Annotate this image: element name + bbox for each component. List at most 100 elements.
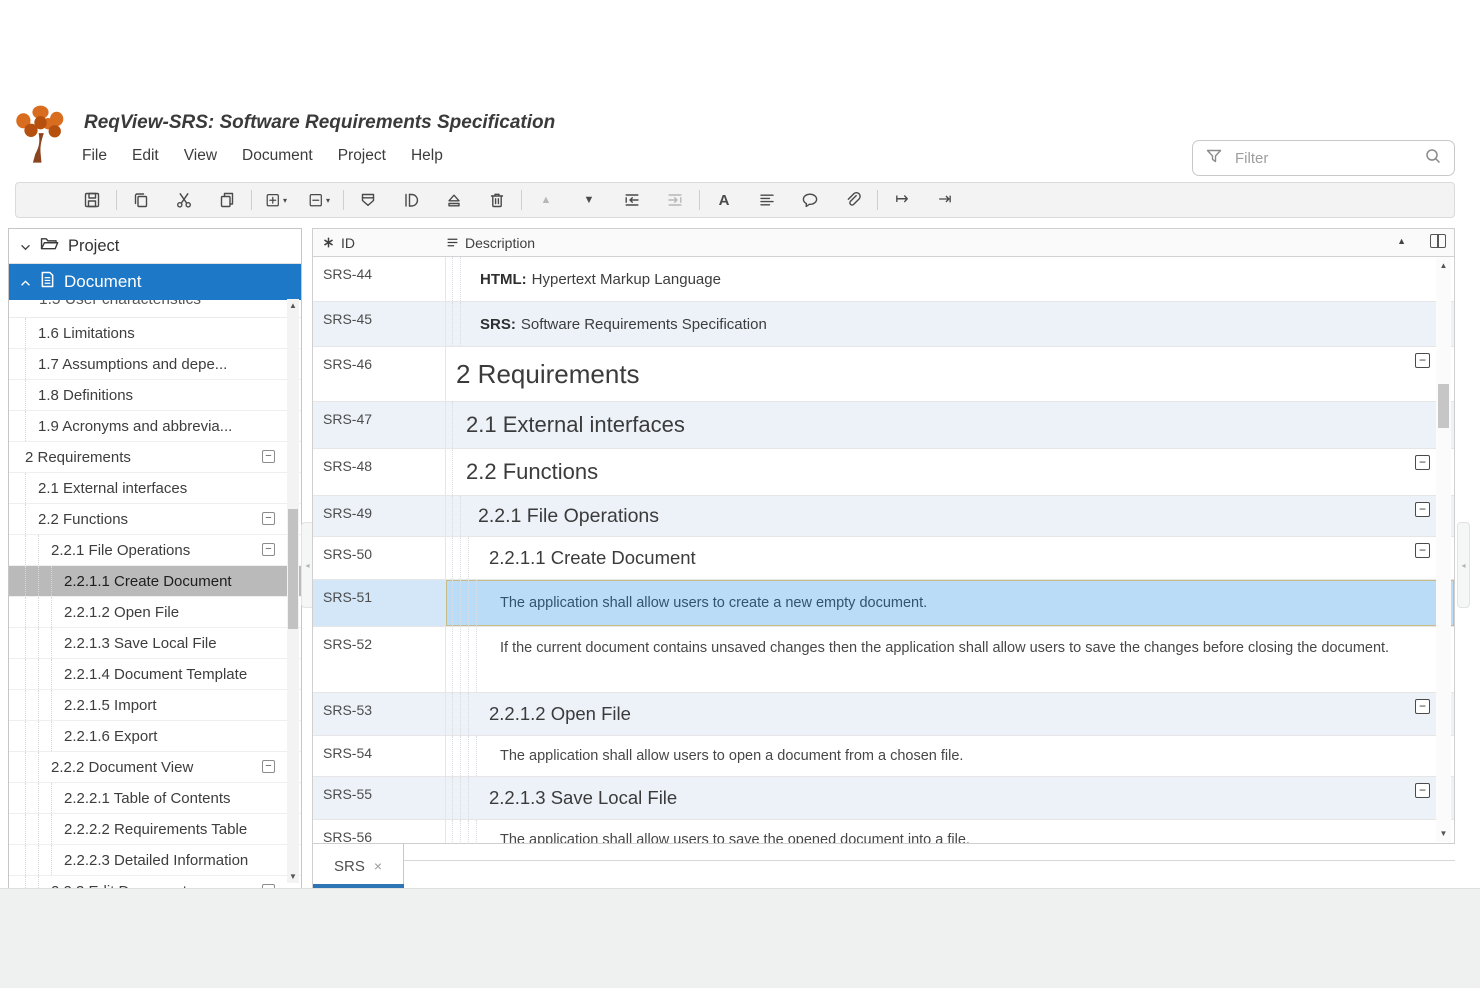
row-description[interactable]: 2.2.1.1 Create Document−	[446, 537, 1454, 579]
row-id[interactable]: SRS-55	[313, 777, 446, 819]
menu-help[interactable]: Help	[411, 147, 443, 165]
row-description[interactable]: The application shall allow users to cre…	[446, 580, 1454, 626]
filter-box[interactable]	[1192, 140, 1455, 176]
table-row[interactable]: SRS-482.2 Functions−	[313, 449, 1454, 496]
tree-item[interactable]: 2.2.2 Document View−	[9, 752, 301, 783]
tree-item[interactable]: 2.2.1.1 Create Document	[9, 566, 301, 597]
menu-document[interactable]: Document	[242, 147, 313, 165]
tree-item[interactable]: 2 Requirements−	[9, 442, 301, 473]
align-icon[interactable]	[756, 190, 778, 210]
menu-file[interactable]: File	[82, 147, 107, 165]
cut-icon[interactable]	[173, 190, 195, 210]
tree-item[interactable]: 1.9 Acronyms and abbrevia...	[9, 411, 301, 442]
menu-edit[interactable]: Edit	[132, 147, 159, 165]
table-row[interactable]: SRS-462 Requirements−	[313, 347, 1454, 402]
move-down-icon[interactable]: ▼	[578, 190, 600, 210]
table-row[interactable]: SRS-51The application shall allow users …	[313, 580, 1454, 627]
vertical-scrollbar[interactable]: ▲ ▼	[1436, 257, 1451, 842]
row-description[interactable]: 2.2.1.2 Open File−	[446, 693, 1454, 735]
columns-icon[interactable]	[1430, 234, 1446, 248]
tree-item[interactable]: 2.2.1.5 Import	[9, 690, 301, 721]
scroll-thumb[interactable]	[1438, 384, 1449, 428]
collapse-toggle-icon[interactable]: −	[1415, 543, 1430, 558]
collapse-toggle-icon[interactable]: −	[1415, 353, 1430, 368]
table-row[interactable]: SRS-492.2.1 File Operations−	[313, 496, 1454, 537]
close-icon[interactable]: ×	[374, 858, 382, 874]
table-row[interactable]: SRS-502.2.1.1 Create Document−	[313, 537, 1454, 580]
tree-scrollbar[interactable]: ▲ ▼	[287, 299, 299, 883]
panel-collapse-handle[interactable]: ◂	[1457, 522, 1470, 608]
scroll-up-button[interactable]: ▲	[1436, 261, 1451, 270]
outdent-icon[interactable]	[621, 190, 643, 210]
row-id[interactable]: SRS-51	[313, 580, 446, 626]
scroll-down-button[interactable]: ▼	[1436, 829, 1451, 838]
tab-srs[interactable]: SRS ×	[313, 844, 404, 888]
collapse-toggle-icon[interactable]: −	[1415, 455, 1430, 470]
trash-icon[interactable]	[486, 190, 508, 210]
chevron-down-icon[interactable]	[20, 237, 31, 256]
link-from-icon[interactable]: ↦	[891, 190, 913, 210]
indent-icon[interactable]	[664, 190, 686, 210]
move-up-icon[interactable]: ▲	[535, 190, 557, 210]
table-row[interactable]: SRS-44HTML:Hypertext Markup Language	[313, 257, 1454, 302]
tree-item[interactable]: 1.7 Assumptions and depe...	[9, 349, 301, 380]
flag-icon[interactable]	[357, 190, 379, 210]
tree-item[interactable]: 2.2.1.4 Document Template	[9, 659, 301, 690]
copy-icon[interactable]	[130, 190, 152, 210]
sidebar-item-project[interactable]: Project	[9, 229, 301, 264]
row-description[interactable]: The application shall allow users to sav…	[446, 820, 1454, 844]
row-id[interactable]: SRS-49	[313, 496, 446, 536]
filter-input[interactable]	[1233, 149, 1414, 168]
attachment-icon[interactable]	[842, 190, 864, 210]
column-header-id[interactable]: ID	[313, 235, 446, 251]
chevron-up-icon[interactable]	[20, 272, 31, 292]
row-id[interactable]: SRS-48	[313, 449, 446, 495]
table-row[interactable]: SRS-552.2.1.3 Save Local File−	[313, 777, 1454, 820]
paste-icon[interactable]	[216, 190, 238, 210]
tree-item[interactable]: 1.8 Definitions	[9, 380, 301, 411]
table-row[interactable]: SRS-54The application shall allow users …	[313, 736, 1454, 777]
font-icon[interactable]: A	[713, 190, 735, 210]
tree-item[interactable]: 2.2.2.3 Detailed Information	[9, 845, 301, 876]
row-description[interactable]: SRS:Software Requirements Specification	[446, 302, 1454, 346]
collapse-toggle-icon[interactable]: −	[1415, 699, 1430, 714]
tree-item[interactable]: 2.2.1.2 Open File	[9, 597, 301, 628]
tree-item-clipped[interactable]: 1.5 User characteristics	[9, 300, 301, 318]
table-row[interactable]: SRS-45SRS:Software Requirements Specific…	[313, 302, 1454, 347]
link-to-icon[interactable]: ⇥	[934, 190, 956, 210]
section-icon[interactable]	[400, 190, 422, 210]
row-id[interactable]: SRS-46	[313, 347, 446, 401]
collapse-toggle-icon[interactable]: −	[262, 450, 275, 463]
comment-icon[interactable]	[799, 190, 821, 210]
table-row[interactable]: SRS-532.2.1.2 Open File−	[313, 693, 1454, 736]
row-description[interactable]: 2.2 Functions−	[446, 449, 1454, 495]
row-description[interactable]: If the current document contains unsaved…	[446, 627, 1454, 692]
sort-ascending-icon[interactable]: ▲	[1397, 236, 1406, 246]
row-id[interactable]: SRS-50	[313, 537, 446, 579]
column-header-description[interactable]: Description	[446, 235, 535, 251]
row-id[interactable]: SRS-53	[313, 693, 446, 735]
table-row[interactable]: SRS-56The application shall allow users …	[313, 820, 1454, 844]
row-description[interactable]: 2 Requirements−	[446, 347, 1454, 401]
row-description[interactable]: HTML:Hypertext Markup Language	[446, 257, 1454, 301]
menu-project[interactable]: Project	[338, 147, 386, 165]
row-id[interactable]: SRS-52	[313, 627, 446, 692]
insert-icon[interactable]: ▾	[265, 190, 287, 210]
collapse-toggle-icon[interactable]: −	[262, 512, 275, 525]
row-id[interactable]: SRS-44	[313, 257, 446, 301]
tree-item[interactable]: 1.6 Limitations	[9, 318, 301, 349]
row-description[interactable]: 2.2.1 File Operations−	[446, 496, 1454, 536]
collapse-toggle-icon[interactable]: −	[262, 760, 275, 773]
tree-item[interactable]: 2.2.1.3 Save Local File	[9, 628, 301, 659]
row-id[interactable]: SRS-45	[313, 302, 446, 346]
row-description[interactable]: The application shall allow users to ope…	[446, 736, 1454, 776]
table-row[interactable]: SRS-472.1 External interfaces	[313, 402, 1454, 449]
scroll-thumb[interactable]	[288, 509, 298, 629]
row-id[interactable]: SRS-56	[313, 820, 446, 844]
tree-item[interactable]: 2.1 External interfaces	[9, 473, 301, 504]
tree-item[interactable]: 2.2 Functions−	[9, 504, 301, 535]
tree-item[interactable]: 2.2.2.2 Requirements Table	[9, 814, 301, 845]
save-icon[interactable]	[81, 190, 103, 210]
sidebar-item-document[interactable]: Document	[9, 264, 301, 300]
scroll-up-button[interactable]: ▲	[287, 301, 299, 310]
